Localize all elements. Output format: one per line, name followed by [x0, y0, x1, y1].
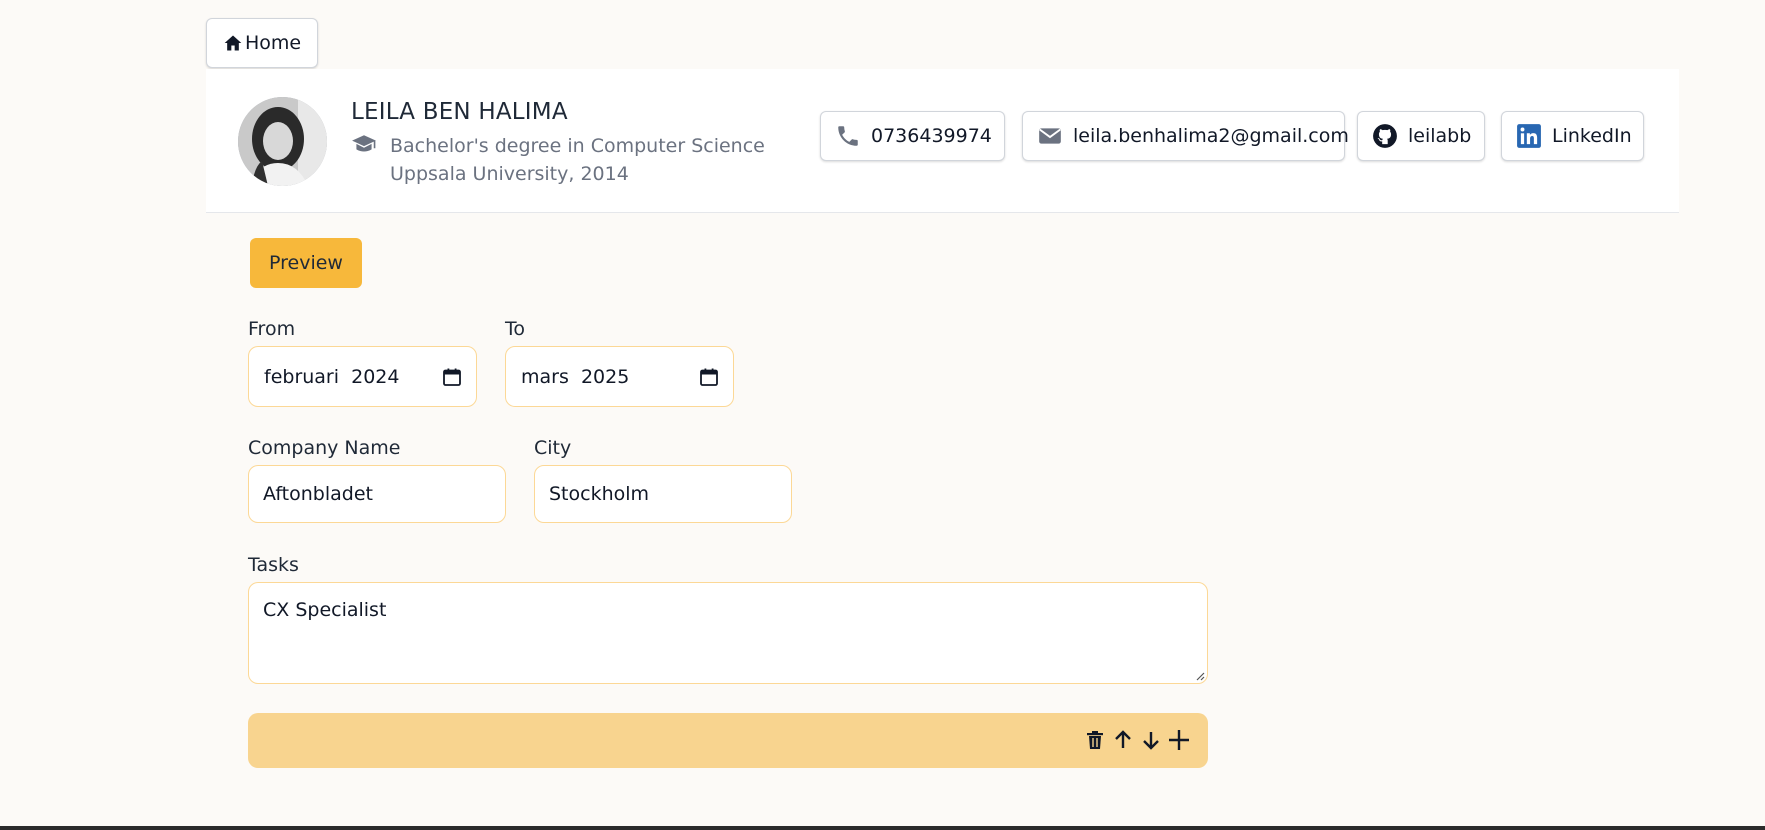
email-text: leila.benhalima2@gmail.com	[1073, 125, 1349, 147]
phone-text: 0736439974	[871, 125, 992, 147]
github-link[interactable]: leilabb	[1357, 111, 1485, 161]
home-label: Home	[244, 32, 302, 54]
linkedin-icon	[1516, 123, 1542, 149]
company-name-input[interactable]: Aftonbladet	[248, 465, 506, 523]
city-value: Stockholm	[549, 483, 650, 505]
company-name-label: Company Name	[248, 437, 401, 459]
linkedin-link[interactable]: LinkedIn	[1501, 111, 1644, 161]
add-entry-button[interactable]	[1166, 727, 1192, 753]
city-input[interactable]: Stockholm	[534, 465, 792, 523]
phone-icon	[835, 123, 861, 149]
arrow-down-icon	[1139, 728, 1163, 752]
profile-name: LEILA BEN HALIMA	[351, 99, 568, 125]
resize-handle[interactable]	[1195, 671, 1205, 681]
bottom-edge	[0, 826, 1765, 830]
delete-button[interactable]	[1082, 727, 1108, 753]
calendar-icon[interactable]	[442, 367, 462, 387]
university-text: Uppsala University, 2014	[390, 163, 629, 185]
profile-header: LEILA BEN HALIMA Bachelor's degree in Co…	[206, 69, 1679, 213]
city-label: City	[534, 437, 572, 459]
trash-icon	[1083, 728, 1107, 752]
github-text: leilabb	[1408, 125, 1472, 147]
move-down-button[interactable]	[1138, 727, 1164, 753]
home-icon	[223, 33, 243, 53]
degree-text: Bachelor's degree in Computer Science	[390, 135, 765, 157]
home-button[interactable]: Home	[206, 18, 318, 68]
tasks-label: Tasks	[248, 554, 299, 576]
from-date-input[interactable]: februari 2024	[248, 346, 477, 407]
entry-toolbar	[248, 713, 1208, 768]
to-label: To	[505, 318, 526, 340]
from-label: From	[248, 318, 296, 340]
phone-link[interactable]: 0736439974	[820, 111, 1005, 161]
github-icon	[1372, 123, 1398, 149]
preview-button[interactable]: Preview	[250, 238, 362, 288]
avatar	[238, 97, 327, 186]
move-up-button[interactable]	[1110, 727, 1136, 753]
graduation-cap-icon	[351, 132, 377, 158]
linkedin-text: LinkedIn	[1552, 125, 1632, 147]
email-link[interactable]: leila.benhalima2@gmail.com	[1022, 111, 1349, 161]
tasks-textarea[interactable]: CX Specialist	[248, 582, 1208, 684]
arrow-up-icon	[1111, 728, 1135, 752]
mail-icon	[1037, 123, 1063, 149]
tasks-value: CX Specialist	[263, 599, 387, 621]
from-date-value: februari 2024	[264, 365, 400, 388]
education: Bachelor's degree in Computer Science Up…	[390, 132, 765, 188]
calendar-icon[interactable]	[699, 367, 719, 387]
to-date-value: mars 2025	[521, 365, 630, 388]
to-date-input[interactable]: mars 2025	[505, 346, 734, 407]
company-name-value: Aftonbladet	[263, 483, 373, 505]
plus-icon	[1167, 728, 1191, 752]
